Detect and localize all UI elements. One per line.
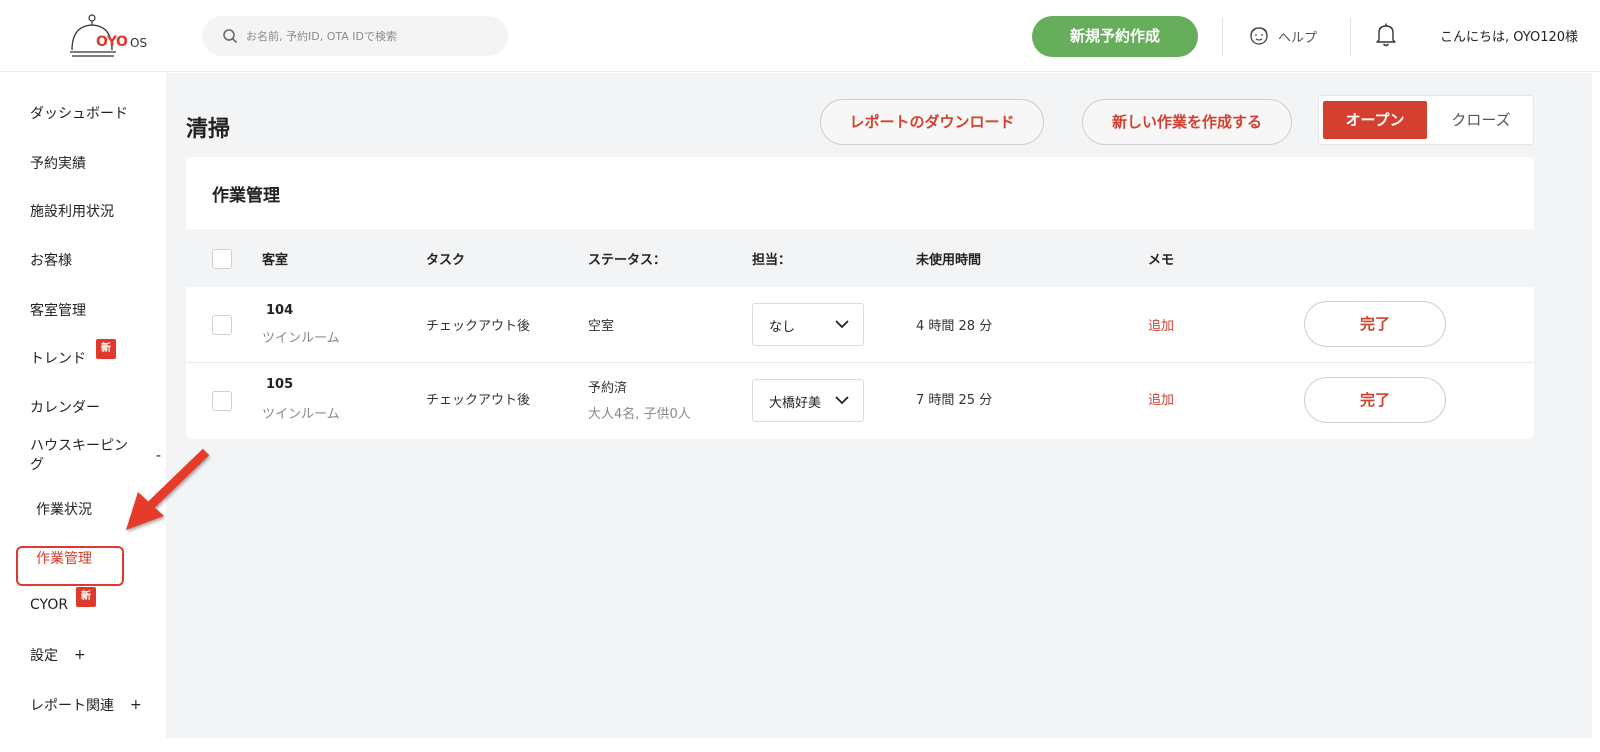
help-label: ヘルプ [1278, 30, 1318, 46]
complete-button[interactable]: 完了 [1304, 377, 1446, 423]
open-close-toggle: オープン クローズ [1318, 95, 1534, 145]
row-checkbox[interactable] [212, 315, 232, 335]
assignee-value: 大橋好美 [769, 396, 822, 411]
logo-text: OYO [96, 34, 128, 50]
download-report-button[interactable]: レポートのダウンロード [820, 99, 1044, 145]
search-input[interactable]: お名前, 予約ID, OTA IDで検索 [202, 16, 508, 56]
help-link[interactable]: ヘルプ [1248, 24, 1317, 48]
expand-toggle[interactable]: + [74, 647, 86, 663]
sidebar-item-reports[interactable]: レポート関連 [30, 695, 114, 715]
row-checkbox[interactable] [212, 391, 232, 411]
annotation-arrow-icon [126, 448, 210, 530]
header-divider [1222, 18, 1223, 56]
complete-button[interactable]: 完了 [1304, 301, 1446, 347]
page-title: 清掃 [186, 117, 231, 142]
main-content: 清掃 レポートのダウンロード 新しい作業を作成する オープン クローズ 作業管理… [166, 73, 1592, 738]
sidebar-item-occupancy[interactable]: 施設利用状況 [30, 201, 114, 221]
sidebar-item-calendar[interactable]: カレンダー [30, 397, 100, 417]
column-header-status: ステータス： [588, 253, 667, 268]
new-badge: 新 [76, 587, 96, 607]
room-type: ツインルーム [262, 331, 340, 346]
add-memo-link[interactable]: 追加 [1148, 389, 1174, 408]
sidebar-item-work-status[interactable]: 作業状況 [36, 499, 92, 519]
search-placeholder: お名前, 予約ID, OTA IDで検索 [246, 30, 397, 43]
create-task-button[interactable]: 新しい作業を作成する [1082, 99, 1292, 145]
sidebar-item-work-management[interactable]: 作業管理 [36, 548, 92, 568]
column-header-unused-time: 未使用時間 [916, 253, 982, 268]
expand-toggle[interactable]: + [130, 697, 142, 713]
select-all-checkbox[interactable] [212, 249, 232, 269]
notification-bell-icon[interactable] [1374, 22, 1398, 48]
sidebar-item-cyor[interactable]: CYOR [30, 597, 68, 613]
column-header-assignee: 担当： [752, 253, 792, 268]
column-header-task: タスク [426, 253, 466, 268]
sidebar-item-guests[interactable]: お客様 [30, 250, 72, 270]
assignee-value: なし [769, 320, 796, 335]
unused-time: 7 時間 25 分 [916, 393, 993, 408]
task-management-card: 作業管理 客室 タスク ステータス： 担当： 未使用時間 メモ 104 ツインル… [186, 157, 1534, 439]
room-type: ツインルーム [262, 407, 340, 422]
new-badge: 新 [96, 339, 116, 359]
assignee-select[interactable]: 大橋好美 [752, 379, 864, 422]
room-number: 105 [266, 377, 294, 392]
toggle-close-button[interactable]: クローズ [1431, 101, 1531, 139]
column-header-memo: メモ [1148, 253, 1175, 268]
room-number: 104 [266, 303, 294, 318]
column-header-room: 客室 [262, 253, 289, 268]
support-headset-icon [1250, 27, 1268, 45]
logo-suffix: OS [130, 36, 148, 50]
card-title: 作業管理 [212, 186, 280, 206]
new-booking-button[interactable]: 新規予約作成 [1032, 16, 1198, 57]
table-row: 105 ツインルーム チェックアウト後 予約済 大人4名, 子供0人 大橋好美 … [186, 363, 1534, 439]
oyo-os-logo[interactable]: OYO OS [68, 12, 158, 60]
guest-count: 大人4名, 子供0人 [588, 407, 691, 422]
sidebar-item-settings[interactable]: 設定 [30, 645, 58, 665]
chevron-down-icon [835, 396, 849, 405]
toggle-open-button[interactable]: オープン [1323, 101, 1427, 139]
unused-time: 4 時間 28 分 [916, 319, 993, 334]
table-header: 客室 タスク ステータス： 担当： 未使用時間 メモ [186, 229, 1534, 287]
sidebar-item-bookings[interactable]: 予約実績 [30, 153, 86, 173]
search-icon [223, 29, 238, 44]
add-memo-link[interactable]: 追加 [1148, 315, 1174, 334]
task-name: チェックアウト後 [426, 393, 531, 408]
sidebar: ダッシュボード 予約実績 施設利用状況 お客様 客室管理 トレンド 新 カレンダ… [16, 73, 166, 752]
header-divider [1350, 18, 1351, 56]
sidebar-item-rooms[interactable]: 客室管理 [30, 300, 86, 320]
user-greeting[interactable]: こんにちは, OYO120様 [1440, 26, 1578, 45]
chevron-down-icon [835, 320, 849, 329]
assignee-select[interactable]: なし [752, 303, 864, 346]
top-bar: OYO OS お名前, 予約ID, OTA IDで検索 新規予約作成 ヘルプ こ… [0, 0, 1600, 72]
sidebar-item-dashboard[interactable]: ダッシュボード [30, 103, 128, 123]
room-status: 予約済 [588, 381, 628, 396]
sidebar-item-trends[interactable]: トレンド [30, 348, 86, 368]
task-name: チェックアウト後 [426, 319, 531, 334]
room-status: 空室 [588, 319, 615, 334]
table-row: 104 ツインルーム チェックアウト後 空室 なし 4 時間 28 分 追加 完… [186, 287, 1534, 363]
